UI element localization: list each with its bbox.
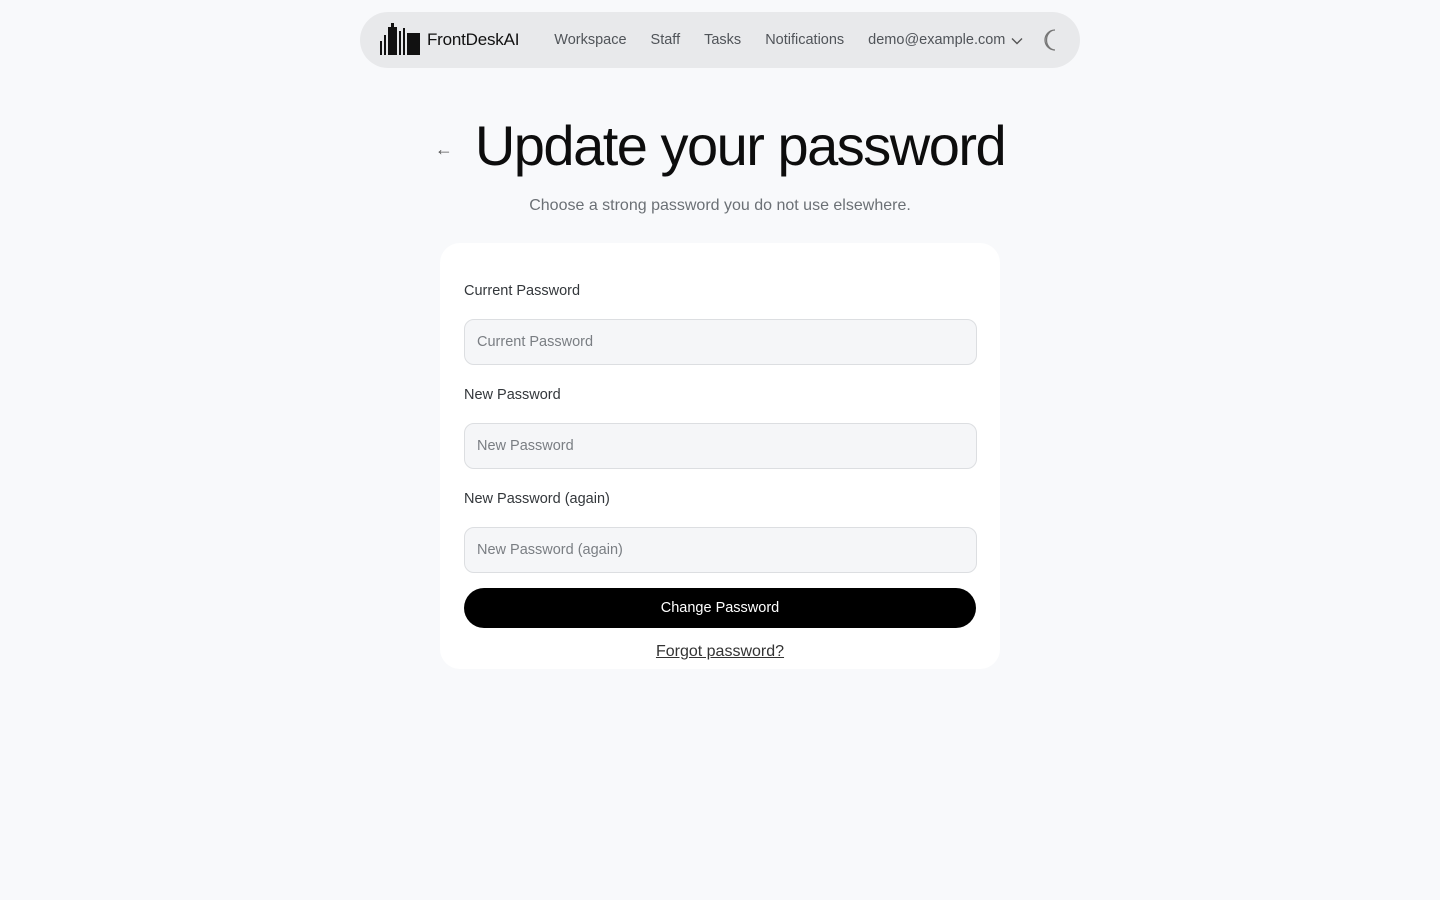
change-password-button[interactable]: Change Password bbox=[464, 588, 976, 628]
confirm-password-label: New Password (again) bbox=[464, 491, 610, 507]
new-password-input[interactable] bbox=[464, 423, 977, 469]
nav-link-notifications[interactable]: Notifications bbox=[765, 32, 844, 48]
confirm-password-input[interactable] bbox=[464, 527, 977, 573]
brand-name: FrontDeskAI bbox=[427, 30, 520, 49]
page-title: Update your password bbox=[474, 114, 1007, 177]
page-header: ← Update your password bbox=[0, 112, 1440, 180]
user-email: demo@example.com bbox=[868, 32, 1006, 48]
forgot-password-link[interactable]: Forgot password? bbox=[656, 643, 784, 660]
chevron-down-icon bbox=[1011, 38, 1023, 45]
nav-link-staff[interactable]: Staff bbox=[651, 32, 681, 48]
logo-icon bbox=[380, 23, 420, 55]
current-password-label: Current Password bbox=[464, 283, 581, 299]
nav-link-tasks[interactable]: Tasks bbox=[704, 32, 741, 48]
back-arrow-icon[interactable]: ← bbox=[435, 139, 453, 160]
current-password-input[interactable] bbox=[464, 319, 977, 365]
page-subtitle: Choose a strong password you do not use … bbox=[529, 197, 911, 214]
forgot-password-row: Forgot password? bbox=[464, 643, 976, 661]
moon-icon bbox=[1044, 29, 1056, 51]
top-navbar: FrontDeskAI Workspace Staff Tasks Notifi… bbox=[360, 12, 1080, 68]
theme-toggle-button[interactable] bbox=[1043, 28, 1065, 52]
nav-links: Workspace Staff Tasks Notifications demo… bbox=[554, 28, 1065, 52]
new-password-label: New Password bbox=[464, 387, 561, 403]
change-password-form: Current Password New Password New Passwo… bbox=[440, 243, 1000, 669]
nav-link-workspace[interactable]: Workspace bbox=[554, 32, 626, 48]
brand[interactable]: FrontDeskAI bbox=[380, 23, 519, 57]
user-menu[interactable]: demo@example.com bbox=[868, 32, 1023, 48]
